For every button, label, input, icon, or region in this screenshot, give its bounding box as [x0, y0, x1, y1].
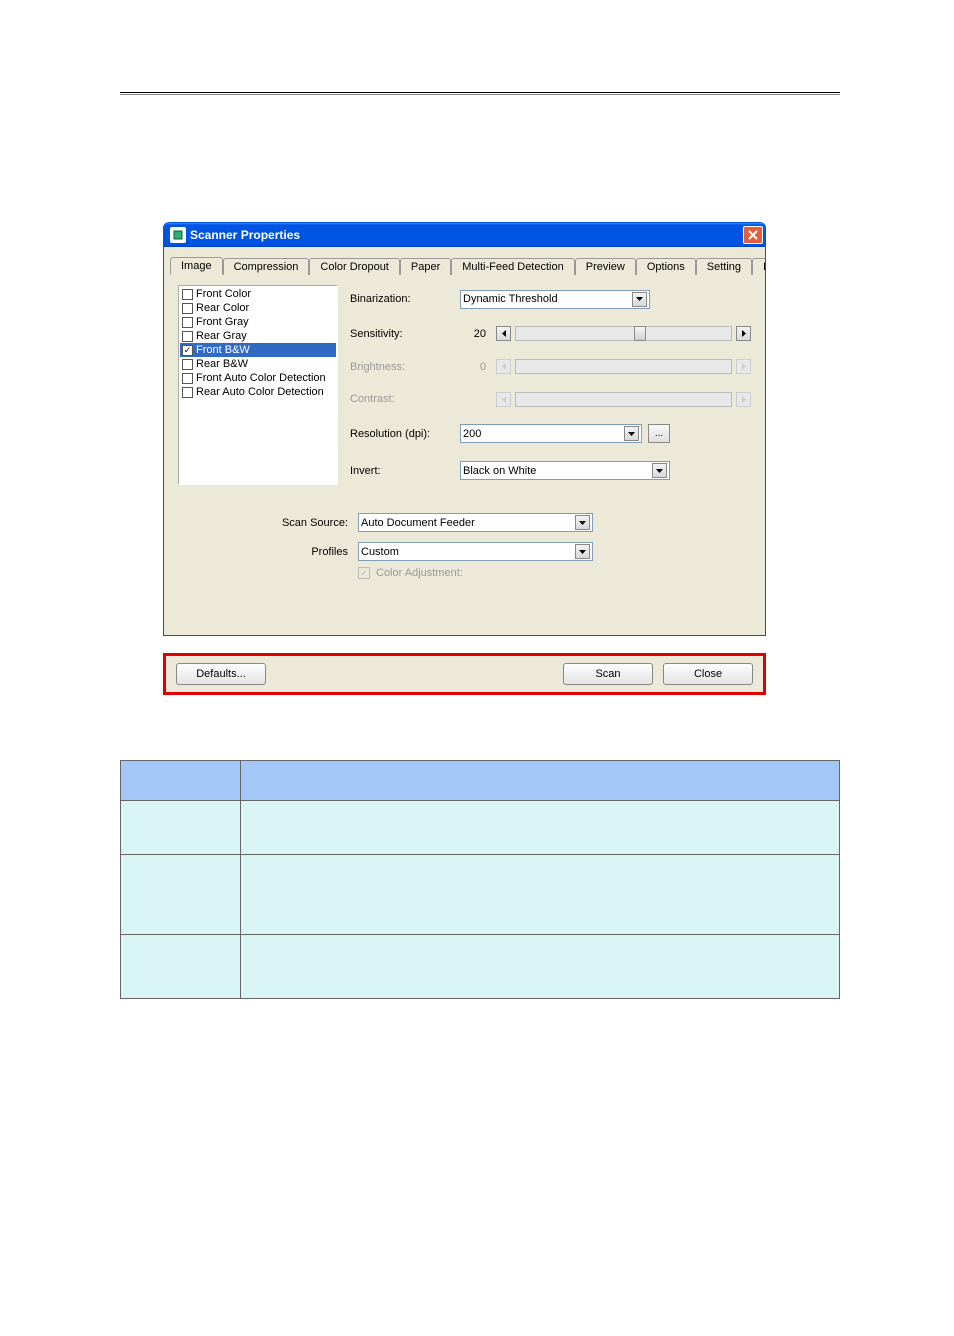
table-row — [121, 855, 840, 935]
mode-front-color[interactable]: Front Color — [180, 287, 336, 301]
invert-label: Invert: — [350, 465, 460, 477]
mode-front-auto-color[interactable]: Front Auto Color Detection — [180, 371, 336, 385]
tab-multifeed[interactable]: Multi-Feed Detection — [451, 258, 575, 275]
tab-color-dropout[interactable]: Color Dropout — [309, 258, 399, 275]
resolution-label: Resolution (dpi): — [350, 428, 460, 440]
mode-rear-color[interactable]: Rear Color — [180, 301, 336, 315]
profiles-select[interactable]: Custom — [358, 542, 593, 561]
arrow-right-icon — [736, 359, 751, 374]
tab-setting[interactable]: Setting — [696, 258, 752, 275]
checkbox-icon[interactable] — [182, 387, 193, 398]
binarization-select[interactable]: Dynamic Threshold — [460, 290, 650, 309]
color-adjustment-row: ✓ Color Adjustment: — [358, 567, 751, 579]
mode-rear-bw[interactable]: Rear B&W — [180, 357, 336, 371]
page-rule — [120, 92, 840, 93]
defaults-button[interactable]: Defaults... — [176, 663, 266, 685]
contrast-label: Contrast: — [350, 393, 460, 405]
app-icon — [170, 227, 186, 243]
brightness-label: Brightness: — [350, 361, 460, 373]
table-cell — [241, 801, 840, 855]
table-cell — [121, 935, 241, 999]
checkbox-icon[interactable] — [182, 331, 193, 342]
checkbox-icon[interactable] — [182, 317, 193, 328]
page-rule-thin — [120, 94, 840, 95]
tab-strip: Image Compression Color Dropout Paper Mu… — [170, 255, 759, 275]
table-cell — [121, 855, 241, 935]
table-row — [121, 935, 840, 999]
binarization-label: Binarization: — [350, 293, 460, 305]
resolution-select[interactable]: 200 — [460, 424, 642, 443]
chevron-down-icon[interactable] — [632, 292, 647, 307]
checkbox-icon[interactable] — [182, 289, 193, 300]
checkbox-icon[interactable] — [182, 373, 193, 384]
titlebar[interactable]: Scanner Properties — [164, 223, 765, 247]
table-row — [121, 801, 840, 855]
slider-track — [515, 392, 732, 407]
arrow-left-icon[interactable] — [496, 326, 511, 341]
slider-track[interactable] — [515, 326, 732, 341]
scan-source-label: Scan Source: — [178, 517, 358, 529]
mode-rear-auto-color[interactable]: Rear Auto Color Detection — [180, 385, 336, 399]
table-header-cell — [241, 761, 840, 801]
lower-settings: Scan Source: Auto Document Feeder Profil… — [178, 513, 751, 561]
color-adjustment-label: Color Adjustment: — [376, 567, 463, 579]
resolution-browse-button[interactable]: ... — [648, 424, 670, 443]
profiles-label: Profiles — [178, 546, 358, 558]
window-title: Scanner Properties — [190, 228, 743, 242]
checkbox-icon[interactable] — [182, 359, 193, 370]
scan-source-select[interactable]: Auto Document Feeder — [358, 513, 593, 532]
tab-paper[interactable]: Paper — [400, 258, 451, 275]
tab-compression[interactable]: Compression — [223, 258, 310, 275]
slider-thumb[interactable] — [634, 326, 646, 341]
sensitivity-slider[interactable]: 20 — [460, 326, 751, 341]
arrow-left-icon — [496, 392, 511, 407]
checkbox-icon[interactable] — [182, 303, 193, 314]
image-panel: Front Color Rear Color Front Gray Rear G… — [164, 275, 765, 635]
checkbox-icon: ✓ — [358, 567, 370, 579]
chevron-down-icon[interactable] — [575, 515, 590, 530]
chevron-down-icon[interactable] — [624, 426, 639, 441]
checkbox-icon[interactable] — [182, 345, 193, 356]
tab-image[interactable]: Image — [170, 257, 223, 275]
arrow-right-icon — [736, 392, 751, 407]
tab-options[interactable]: Options — [636, 258, 696, 275]
image-mode-list[interactable]: Front Color Rear Color Front Gray Rear G… — [178, 285, 338, 485]
sensitivity-label: Sensitivity: — [350, 328, 460, 340]
close-icon[interactable] — [743, 226, 763, 244]
table-cell — [241, 935, 840, 999]
dialog-button-bar: Defaults... Scan Close — [163, 653, 766, 695]
tab-preview[interactable]: Preview — [575, 258, 636, 275]
slider-track — [515, 359, 732, 374]
mode-front-bw[interactable]: Front B&W — [180, 343, 336, 357]
table-cell — [241, 855, 840, 935]
scanner-properties-dialog: Scanner Properties Image Compression Col… — [163, 222, 766, 636]
arrow-right-icon[interactable] — [736, 326, 751, 341]
description-table — [120, 760, 840, 999]
brightness-slider: 0 — [460, 359, 751, 374]
mode-rear-gray[interactable]: Rear Gray — [180, 329, 336, 343]
table-header-cell — [121, 761, 241, 801]
contrast-slider — [460, 392, 751, 407]
table-cell — [121, 801, 241, 855]
chevron-down-icon[interactable] — [652, 463, 667, 478]
chevron-down-icon[interactable] — [575, 544, 590, 559]
mode-front-gray[interactable]: Front Gray — [180, 315, 336, 329]
close-button[interactable]: Close — [663, 663, 753, 685]
tab-imprinter[interactable]: Imprinter — [752, 258, 766, 275]
arrow-left-icon — [496, 359, 511, 374]
invert-select[interactable]: Black on White — [460, 461, 670, 480]
scan-button[interactable]: Scan — [563, 663, 653, 685]
image-settings: Binarization: Dynamic Threshold Sensitiv… — [350, 285, 751, 485]
